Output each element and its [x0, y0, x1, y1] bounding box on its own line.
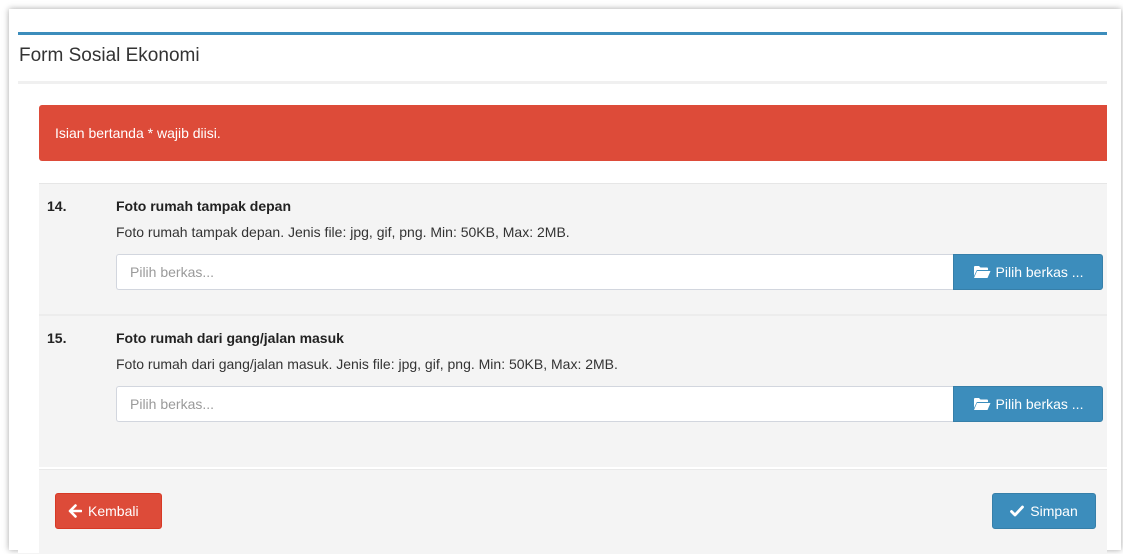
file-input-group: Pilih berkas ... — [116, 254, 1103, 290]
form-row-14: 14. Foto rumah tampak depan Foto rumah t… — [39, 183, 1107, 315]
save-button[interactable]: Simpan — [992, 493, 1096, 529]
required-alert: Isian bertanda * wajib diisi. — [39, 105, 1107, 161]
check-icon — [1010, 505, 1025, 517]
field-description: Foto rumah dari gang/jalan masuk. Jenis … — [116, 356, 618, 372]
back-button[interactable]: Kembali — [55, 493, 162, 529]
choose-file-label: Pilih berkas ... — [995, 264, 1084, 280]
field-title: Foto rumah dari gang/jalan masuk — [116, 330, 344, 346]
field-number: 14. — [47, 198, 67, 214]
choose-file-label: Pilih berkas ... — [995, 396, 1084, 412]
back-label: Kembali — [88, 503, 139, 519]
folder-open-icon — [973, 397, 991, 411]
file-input-group: Pilih berkas ... — [116, 386, 1103, 422]
form-body: 14. Foto rumah tampak depan Foto rumah t… — [39, 183, 1107, 467]
field-number: 15. — [47, 330, 67, 346]
title-divider — [18, 81, 1107, 84]
choose-file-button[interactable]: Pilih berkas ... — [953, 386, 1103, 422]
arrow-left-icon — [68, 504, 82, 518]
form-footer: Kembali Simpan — [39, 469, 1107, 554]
form-row-15: 15. Foto rumah dari gang/jalan masuk Fot… — [39, 314, 1107, 447]
field-title: Foto rumah tampak depan — [116, 198, 292, 214]
alert-message: Isian bertanda * wajib diisi. — [55, 125, 221, 141]
folder-open-icon — [973, 265, 991, 279]
field-description: Foto rumah tampak depan. Jenis file: jpg… — [116, 224, 570, 240]
page-title: Form Sosial Ekonomi — [19, 45, 200, 66]
file-path-input[interactable] — [116, 386, 953, 422]
form-panel: Form Sosial Ekonomi Isian bertanda * waj… — [18, 32, 1107, 554]
file-path-input[interactable] — [116, 254, 953, 290]
save-label: Simpan — [1030, 503, 1078, 519]
choose-file-button[interactable]: Pilih berkas ... — [953, 254, 1103, 290]
